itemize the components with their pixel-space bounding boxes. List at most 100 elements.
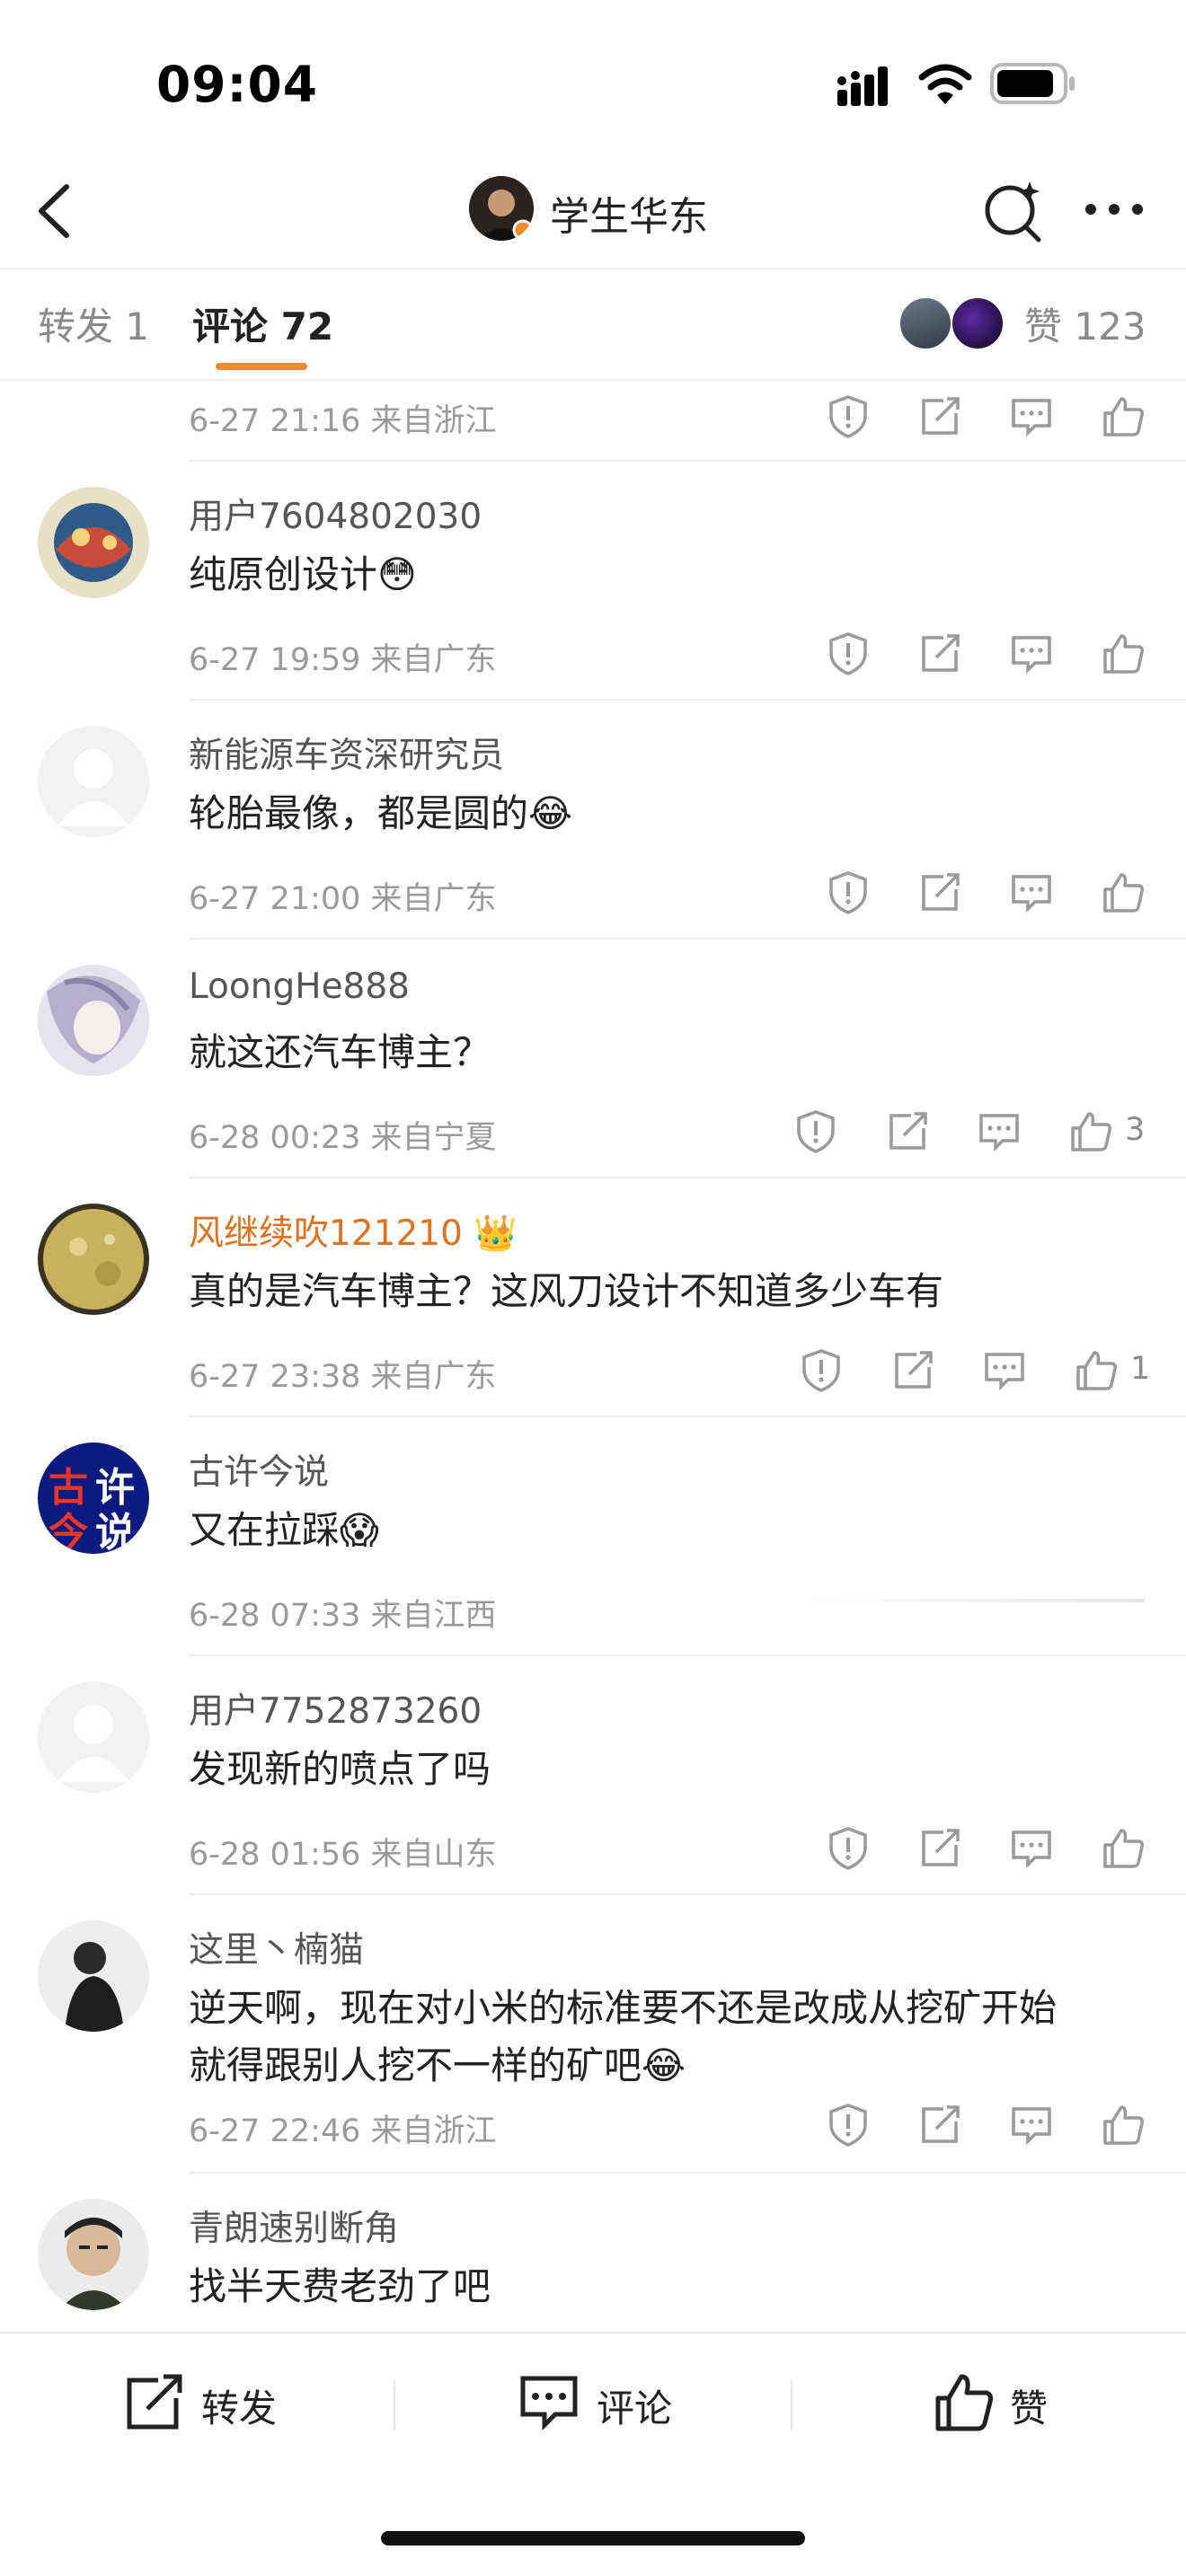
report-icon[interactable] bbox=[825, 869, 872, 916]
like-icon[interactable] bbox=[1073, 1347, 1120, 1394]
divider bbox=[791, 2380, 792, 2430]
home-indicator[interactable] bbox=[381, 2531, 805, 2545]
user-avatar[interactable] bbox=[38, 2199, 149, 2310]
comment-username[interactable]: 用户7752873260 bbox=[189, 1683, 482, 1734]
repost-button[interactable]: 转发 bbox=[201, 2378, 277, 2433]
user-avatar[interactable] bbox=[38, 487, 149, 598]
tab-repost[interactable]: 转发 1 bbox=[38, 296, 149, 351]
like-icon[interactable] bbox=[1100, 1825, 1146, 1872]
like-count: 3 bbox=[1125, 1112, 1146, 1148]
comment-row: 用户7752873260 发现新的喷点了吗 6-28 01:56 来自山东 bbox=[0, 1656, 1186, 1895]
share-icon[interactable] bbox=[916, 1825, 963, 1872]
share-icon[interactable] bbox=[884, 1108, 931, 1155]
tab-comment[interactable]: 评论 72 bbox=[192, 296, 333, 351]
like-icon[interactable] bbox=[1100, 631, 1146, 677]
comment-row: 青朗速别断角 找半天费老劲了吧 bbox=[0, 2174, 1186, 2332]
comment-icon[interactable] bbox=[1008, 1825, 1055, 1872]
comment-meta: 6-27 21:00 来自广东 bbox=[189, 881, 497, 917]
user-avatar[interactable] bbox=[38, 1204, 149, 1315]
like-icon[interactable] bbox=[1067, 1108, 1114, 1155]
comment-username[interactable]: 用户7604802030 bbox=[189, 489, 482, 539]
emoji: 😱 bbox=[340, 1508, 379, 1552]
comment-button[interactable]: 评论 bbox=[597, 2378, 672, 2433]
user-avatar[interactable] bbox=[38, 726, 149, 837]
like-icon[interactable] bbox=[1100, 393, 1146, 440]
like-icon[interactable] bbox=[933, 2371, 996, 2434]
status-bar: 09:04 bbox=[0, 0, 1186, 162]
user-avatar[interactable] bbox=[38, 1920, 149, 2032]
search-icon[interactable] bbox=[979, 176, 1048, 244]
comment-text-line2: 就得跟别人挖不一样的矿吧😂 bbox=[189, 2043, 686, 2087]
comment-meta: 6-28 07:33 来自江西 bbox=[189, 1598, 497, 1634]
share-icon[interactable] bbox=[916, 631, 963, 677]
report-icon[interactable] bbox=[825, 1825, 872, 1872]
comment-icon[interactable] bbox=[1008, 2102, 1055, 2148]
comment-icon[interactable] bbox=[981, 1347, 1028, 1394]
loading-bar bbox=[809, 1599, 1145, 1602]
comment-icon[interactable] bbox=[518, 2371, 580, 2434]
like-icon[interactable] bbox=[1100, 869, 1146, 916]
comment-meta: 6-27 21:16 来自浙江 bbox=[189, 403, 497, 439]
comment-icon[interactable] bbox=[976, 1108, 1022, 1155]
divider bbox=[394, 2380, 395, 2430]
comment-meta: 6-27 19:59 来自广东 bbox=[189, 642, 497, 678]
user-avatar[interactable] bbox=[38, 965, 149, 1076]
share-icon[interactable] bbox=[916, 393, 963, 440]
back-icon[interactable] bbox=[27, 180, 81, 243]
comment-username[interactable]: 青朗速别断角 bbox=[189, 2201, 399, 2251]
like-count: 1 bbox=[1130, 1351, 1151, 1387]
comment-username[interactable]: 风继续吹121210 👑 bbox=[189, 1205, 518, 1256]
user-avatar[interactable] bbox=[38, 1681, 149, 1793]
comment-username[interactable]: 古许今说 bbox=[189, 1444, 329, 1495]
like-button[interactable]: 赞 bbox=[1010, 2378, 1048, 2433]
divider bbox=[0, 268, 1186, 269]
tab-likes[interactable]: 赞 123 bbox=[1024, 296, 1146, 351]
comment-text: 真的是汽车博主？这风刀设计不知道多少车有 bbox=[189, 1269, 944, 1313]
comment-username[interactable]: 这里丶楠猫 bbox=[189, 1922, 364, 1972]
share-icon[interactable] bbox=[890, 1347, 936, 1394]
comment-text: 找半天费老劲了吧 bbox=[189, 2264, 491, 2308]
vip-crown-icon: 👑 bbox=[474, 1213, 518, 1254]
user-avatar[interactable]: 古 许 今 说 bbox=[38, 1442, 149, 1554]
wifi-icon bbox=[918, 64, 972, 104]
comment-text: 轮胎最像，都是圆的😂 bbox=[189, 791, 573, 835]
comment-text: 纯原创设计😳 bbox=[189, 552, 417, 596]
emoji: 😳 bbox=[377, 552, 417, 596]
report-icon[interactable] bbox=[825, 393, 872, 440]
like-icon[interactable] bbox=[1100, 2102, 1146, 2148]
comment-row: 用户7604802030 纯原创设计😳 6-27 19:59 来自广东 bbox=[0, 462, 1186, 701]
emoji: 😂 bbox=[642, 2043, 686, 2087]
comment-meta: 6-28 01:56 来自山东 bbox=[189, 1837, 497, 1873]
comment-meta: 6-27 22:46 来自浙江 bbox=[189, 2113, 497, 2149]
share-icon[interactable] bbox=[916, 869, 963, 916]
share-icon[interactable] bbox=[916, 2102, 963, 2148]
battery-icon bbox=[990, 63, 1075, 104]
comment-icon[interactable] bbox=[1008, 869, 1055, 916]
comment-text: 又在拉踩😱 bbox=[189, 1508, 379, 1552]
comment-meta: 6-27 23:38 来自广东 bbox=[189, 1359, 497, 1395]
report-icon[interactable] bbox=[825, 2102, 872, 2148]
comment-row: 古 许 今 说 古许今说 又在拉踩😱 6-28 07:33 来自江西 bbox=[0, 1417, 1186, 1656]
active-tab-indicator bbox=[216, 363, 307, 370]
comment-text: 逆天啊，现在对小米的标准要不还是改成从挖矿开始 bbox=[189, 1986, 1058, 2030]
page-title: 学生华东 bbox=[550, 194, 708, 240]
author-avatar[interactable] bbox=[469, 176, 534, 241]
repost-icon[interactable] bbox=[122, 2371, 185, 2434]
comment-icon[interactable] bbox=[1008, 631, 1055, 677]
liker-avatar bbox=[951, 296, 1005, 350]
comment-username[interactable]: 新能源车资深研究员 bbox=[189, 728, 504, 778]
comment-username[interactable]: LoongHe888 bbox=[189, 966, 410, 1007]
report-icon[interactable] bbox=[792, 1108, 839, 1155]
report-icon[interactable] bbox=[825, 631, 872, 677]
comment-row: 这里丶楠猫 逆天啊，现在对小米的标准要不还是改成从挖矿开始 就得跟别人挖不一样的… bbox=[0, 1895, 1186, 2174]
liker-avatar bbox=[898, 296, 952, 350]
comment-row-partial: 6-27 21:16 来自浙江 bbox=[0, 381, 1186, 462]
status-time: 09:04 bbox=[156, 56, 319, 113]
comment-meta: 6-28 00:23 来自宁夏 bbox=[189, 1120, 497, 1156]
comment-row: 新能源车资深研究员 轮胎最像，都是圆的😂 6-27 21:00 来自广东 bbox=[0, 701, 1186, 940]
more-icon[interactable] bbox=[1083, 193, 1146, 225]
report-icon[interactable] bbox=[798, 1347, 845, 1394]
liker-avatars[interactable] bbox=[898, 296, 1008, 350]
comment-icon[interactable] bbox=[1008, 393, 1055, 440]
emoji: 😂 bbox=[528, 791, 573, 835]
